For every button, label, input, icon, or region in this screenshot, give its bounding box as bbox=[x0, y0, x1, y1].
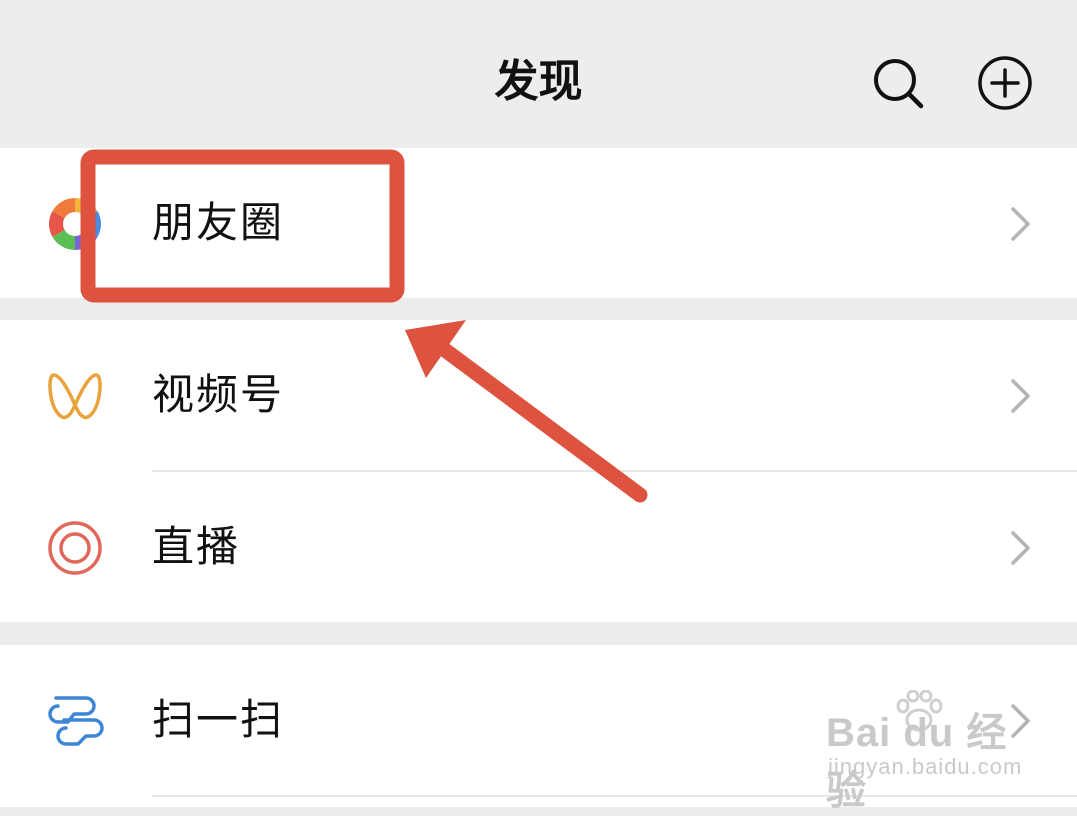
nav-header: 发现 bbox=[0, 0, 1077, 148]
group-channels-live: 视频号 直播 bbox=[0, 320, 1077, 622]
chevron-right-icon bbox=[1011, 207, 1030, 241]
chevron-right-icon bbox=[1011, 531, 1030, 565]
channels-label: 视频号 bbox=[152, 370, 285, 419]
baidu-watermark: Bai du 经验 jingyan.baidu.com bbox=[826, 690, 1036, 813]
chevron-right-icon bbox=[1011, 379, 1030, 413]
list-item-live[interactable]: 直播 bbox=[0, 472, 1077, 622]
moments-label: 朋友圈 bbox=[152, 198, 285, 247]
live-icon bbox=[48, 521, 102, 575]
search-icon[interactable] bbox=[870, 55, 926, 111]
live-label: 直播 bbox=[152, 522, 241, 571]
watermark-url: jingyan.baidu.com bbox=[828, 754, 1023, 779]
moments-shutter-icon bbox=[49, 198, 101, 250]
scan-icon bbox=[48, 696, 104, 746]
list-item-moments[interactable]: 朋友圈 bbox=[0, 148, 1077, 298]
channels-icon bbox=[48, 373, 102, 420]
scan-label: 扫一扫 bbox=[152, 695, 285, 744]
plus-circle-icon[interactable] bbox=[977, 55, 1033, 111]
group-moments: 朋友圈 bbox=[0, 148, 1077, 298]
list-item-channels[interactable]: 视频号 bbox=[0, 320, 1077, 470]
